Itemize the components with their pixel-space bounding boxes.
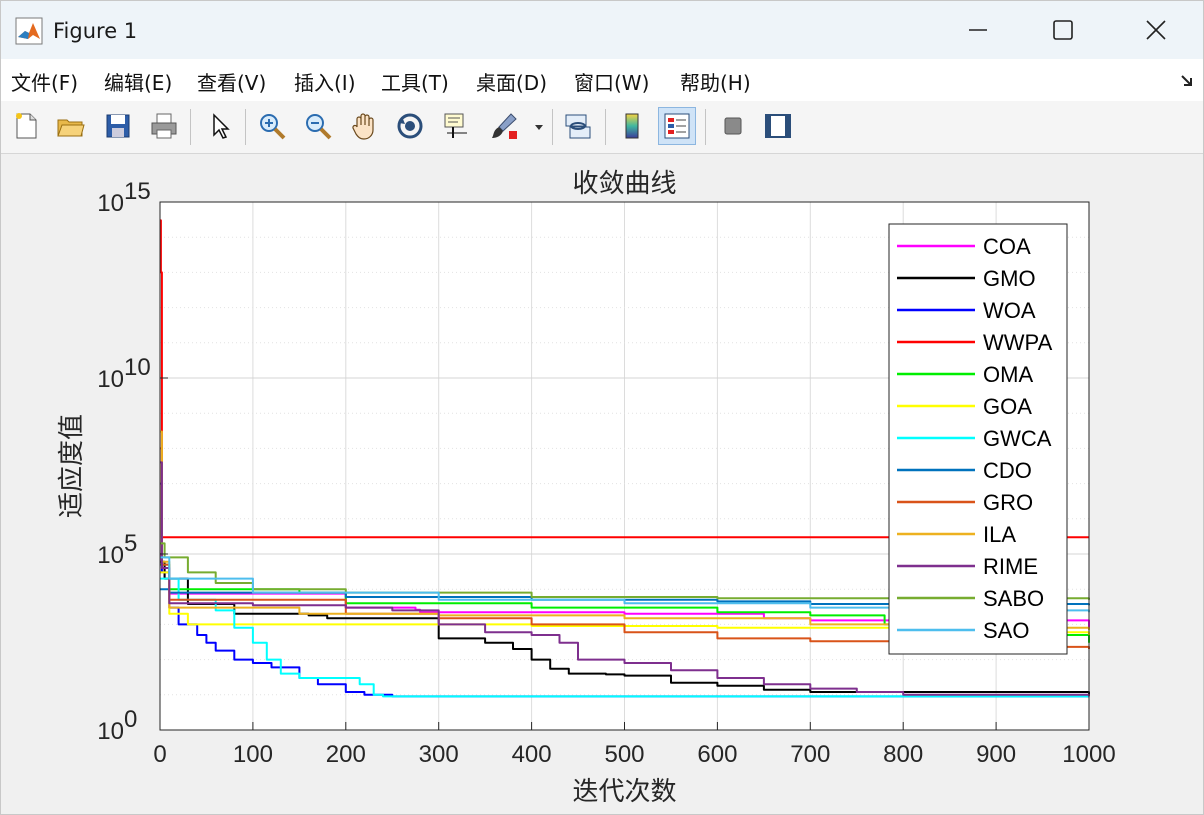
open-button[interactable] — [51, 107, 89, 145]
new-figure-button[interactable] — [7, 107, 45, 145]
menu-edit[interactable]: 编辑(E) — [104, 67, 172, 96]
legend-entry-label: RIME — [983, 554, 1038, 579]
data-cursor-button[interactable] — [437, 107, 475, 145]
legend-entry-label: GMO — [983, 266, 1036, 291]
menu-desktop[interactable]: 桌面(D) — [476, 67, 547, 96]
y-tick-label: 10 — [97, 190, 124, 217]
zoom-in-button[interactable] — [253, 107, 291, 145]
title-bar: Figure 1 — [1, 1, 1203, 59]
save-button[interactable] — [99, 107, 137, 145]
menu-bar: 文件(F) 编辑(E) 查看(V) 插入(I) 工具(T) 桌面(D) 窗口(W… — [1, 59, 1203, 101]
legend-entry-label: SABO — [983, 586, 1044, 611]
legend-entry-label: CDO — [983, 458, 1032, 483]
y-tick-exponent: 15 — [124, 178, 151, 205]
y-axis-label: 适应度值 — [57, 414, 87, 518]
minimize-button[interactable] — [943, 1, 1013, 59]
matlab-icon — [15, 17, 43, 45]
x-tick-label: 500 — [604, 741, 644, 768]
toolbar-separator — [705, 109, 706, 145]
y-tick-label: 10 — [97, 542, 124, 569]
legend-button[interactable] — [658, 107, 696, 145]
colorbar-button[interactable] — [613, 107, 651, 145]
pan-icon — [352, 113, 374, 140]
legend-icon — [664, 113, 690, 139]
edit-plot-button[interactable] — [201, 107, 239, 145]
x-axis-label: 迭代次数 — [572, 777, 676, 807]
close-button[interactable] — [1121, 1, 1191, 59]
chart-title: 收敛曲线 — [572, 169, 676, 199]
menu-view[interactable]: 查看(V) — [197, 67, 266, 96]
x-tick-label: 1000 — [1062, 741, 1115, 768]
zoom-out-icon — [306, 114, 332, 140]
toolbar-separator — [605, 109, 606, 145]
legend-entry-label: COA — [983, 234, 1031, 259]
brush-icon — [492, 113, 517, 139]
toolbar — [1, 101, 1203, 154]
maximize-button[interactable] — [1028, 1, 1098, 59]
hide-plot-tools-icon — [724, 117, 742, 135]
hide-plot-tools-button[interactable] — [714, 107, 752, 145]
y-tick-exponent: 0 — [124, 706, 137, 733]
edit-plot-icon — [213, 113, 230, 139]
x-tick-label: 600 — [697, 741, 737, 768]
data-cursor-icon — [444, 113, 467, 138]
rotate-3d-button[interactable] — [391, 107, 429, 145]
dock-arrow-icon[interactable] — [1179, 73, 1195, 89]
chevron-down-icon[interactable] — [533, 121, 545, 133]
legend-entry-label: GWCA — [983, 426, 1052, 451]
menu-window[interactable]: 窗口(W) — [574, 67, 649, 96]
window-title: Figure 1 — [53, 19, 138, 43]
toolbar-separator — [245, 109, 246, 145]
toolbar-separator — [552, 109, 553, 145]
x-tick-label: 0 — [153, 741, 166, 768]
y-tick-label: 10 — [97, 366, 124, 393]
legend-entry-label: GOA — [983, 394, 1032, 419]
toolbar-separator — [190, 109, 191, 145]
zoom-in-icon — [260, 114, 286, 140]
figure-canvas: 0 100 200 300 400 500 600 700 800 900 1000 10 0 10 5 10… — [1, 154, 1203, 814]
maximize-icon — [1053, 20, 1073, 40]
x-tick-label: 800 — [883, 741, 923, 768]
x-tick-label: 700 — [790, 741, 830, 768]
legend-entry-label: SAO — [983, 618, 1029, 643]
x-tick-label: 900 — [976, 741, 1016, 768]
y-tick-exponent: 5 — [124, 530, 137, 557]
x-tick-label: 300 — [419, 741, 459, 768]
show-plot-tools-button[interactable] — [759, 107, 797, 145]
minimize-icon — [969, 29, 987, 31]
menu-help[interactable]: 帮助(H) — [680, 67, 751, 96]
link-plot-icon — [565, 114, 591, 139]
legend[interactable]: COA GMO WOA WWPA OMA GOA GWCA CDO GRO ILA RIME SABO… — [888, 223, 1068, 655]
x-tick-label: 100 — [233, 741, 273, 768]
colorbar-icon — [625, 113, 639, 139]
y-tick-label: 10 — [97, 718, 124, 745]
rotate-3d-icon — [397, 113, 423, 139]
show-plot-tools-icon — [765, 114, 791, 138]
x-tick-label: 200 — [326, 741, 366, 768]
x-tick-label: 400 — [512, 741, 552, 768]
legend-entry-label: WOA — [983, 298, 1036, 323]
new-figure-icon — [16, 113, 37, 139]
menu-insert[interactable]: 插入(I) — [294, 67, 356, 96]
y-tick-exponent: 10 — [124, 354, 151, 381]
open-icon — [57, 119, 85, 137]
zoom-out-button[interactable] — [299, 107, 337, 145]
pan-button[interactable] — [345, 107, 383, 145]
convergence-chart: 0 100 200 300 400 500 600 700 800 900 100010 010 510… — [57, 169, 1116, 807]
figure-window: Figure 1 文件(F) 编辑(E) 查看(V) 插入(I) 工具(T) 桌… — [0, 0, 1204, 815]
legend-entry-label: WWPA — [983, 330, 1053, 355]
menu-file[interactable]: 文件(F) — [11, 67, 78, 96]
close-icon — [1146, 20, 1166, 40]
print-button[interactable] — [145, 107, 183, 145]
brush-button[interactable] — [485, 107, 523, 145]
legend-entry-label: ILA — [983, 522, 1016, 547]
menu-tools[interactable]: 工具(T) — [381, 67, 449, 96]
legend-entry-label: OMA — [983, 362, 1033, 387]
print-icon — [151, 113, 177, 139]
link-plot-button[interactable] — [559, 107, 597, 145]
legend-entry-label: GRO — [983, 490, 1033, 515]
save-icon — [106, 114, 130, 138]
